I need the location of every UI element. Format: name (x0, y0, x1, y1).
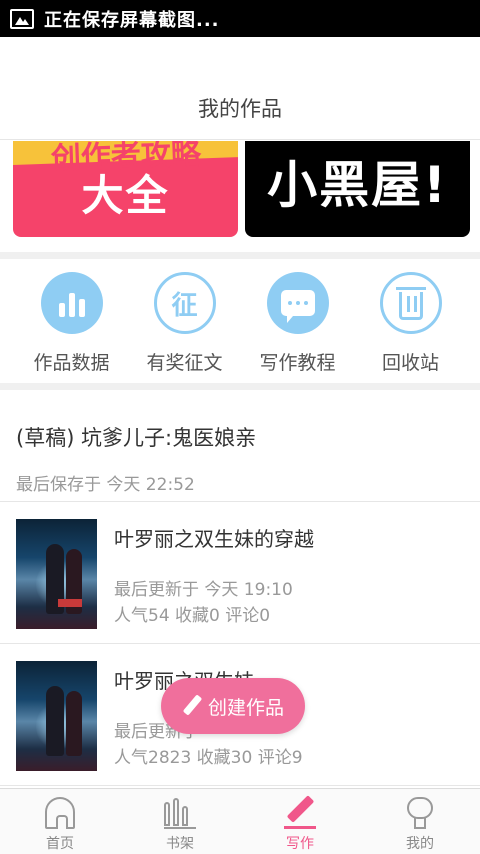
quick-action-work-data[interactable]: 作品数据 (15, 262, 128, 382)
banner-blackroom-text: 小黑屋! (267, 156, 448, 214)
draft-meta: 最后保存于 今天 22:52 (16, 475, 195, 495)
work-title: 叶罗丽之双生妹的穿越 (114, 527, 314, 551)
quick-actions: 作品数据 征 有奖征文 写作教程 回收站 (0, 262, 480, 382)
work-stats: 人气54 收藏0 评论0 (114, 606, 271, 626)
quick-action-contest[interactable]: 征 有奖征文 (128, 262, 241, 382)
chat-bubble-icon (266, 272, 329, 334)
trash-icon (379, 272, 442, 334)
tab-label: 首页 (46, 836, 74, 852)
zheng-icon: 征 (153, 272, 216, 334)
section-divider (0, 252, 480, 259)
work-item[interactable]: 叶罗丽之双生妹的穿越 最后更新于 今天 19:10 人气54 收藏0 评论0 (0, 503, 480, 644)
pen-icon (284, 795, 316, 829)
create-work-label: 创建作品 (207, 696, 284, 719)
page-title: 我的作品 (198, 97, 282, 121)
status-bar: 正在保存屏幕截图... (0, 0, 480, 37)
tab-home[interactable]: 首页 (0, 789, 120, 854)
draft-title: (草稿) 坑爹儿子:鬼医娘亲 (16, 426, 257, 450)
draft-item[interactable]: (草稿) 坑爹儿子:鬼医娘亲 最后保存于 今天 22:52 (0, 392, 480, 502)
work-cover (16, 661, 97, 771)
bottom-tab-bar: 首页 书架 写作 我的 (0, 788, 480, 854)
banner-guide[interactable]: 创作者攻略 大全 (13, 141, 238, 237)
tab-me[interactable]: 我的 (360, 789, 480, 854)
tab-label: 书架 (166, 836, 194, 852)
tab-label: 写作 (286, 836, 314, 852)
quick-action-label: 作品数据 (33, 352, 110, 374)
work-updated: 最后更新于 今天 19:10 (114, 580, 293, 600)
status-text: 正在保存屏幕截图... (44, 9, 220, 31)
quick-action-label: 写作教程 (259, 352, 336, 374)
profile-icon (406, 797, 434, 829)
tab-bookshelf[interactable]: 书架 (120, 789, 240, 854)
bar-chart-icon (40, 272, 103, 334)
work-stats: 人气2823 收藏30 评论9 (114, 748, 303, 768)
work-cover (16, 519, 97, 629)
banner-blackroom[interactable]: 小黑屋! (245, 141, 470, 237)
banner-guide-text: 大全 (81, 171, 170, 220)
quick-action-recycle-bin[interactable]: 回收站 (354, 262, 467, 382)
quick-action-label: 有奖征文 (146, 352, 223, 374)
image-icon (10, 8, 34, 29)
home-icon (45, 797, 75, 829)
banner-carousel[interactable]: 创作者攻略 大全 小黑屋! (0, 141, 480, 251)
section-divider (0, 383, 480, 390)
pencil-icon (182, 694, 203, 716)
quick-action-label: 回收站 (381, 352, 439, 374)
create-work-button[interactable]: 创建作品 (161, 678, 305, 734)
tab-write[interactable]: 写作 (240, 789, 360, 854)
bookshelf-icon (164, 797, 196, 829)
quick-action-tutorial[interactable]: 写作教程 (241, 262, 354, 382)
header: 我的作品 (0, 37, 480, 140)
tab-label: 我的 (406, 836, 434, 852)
